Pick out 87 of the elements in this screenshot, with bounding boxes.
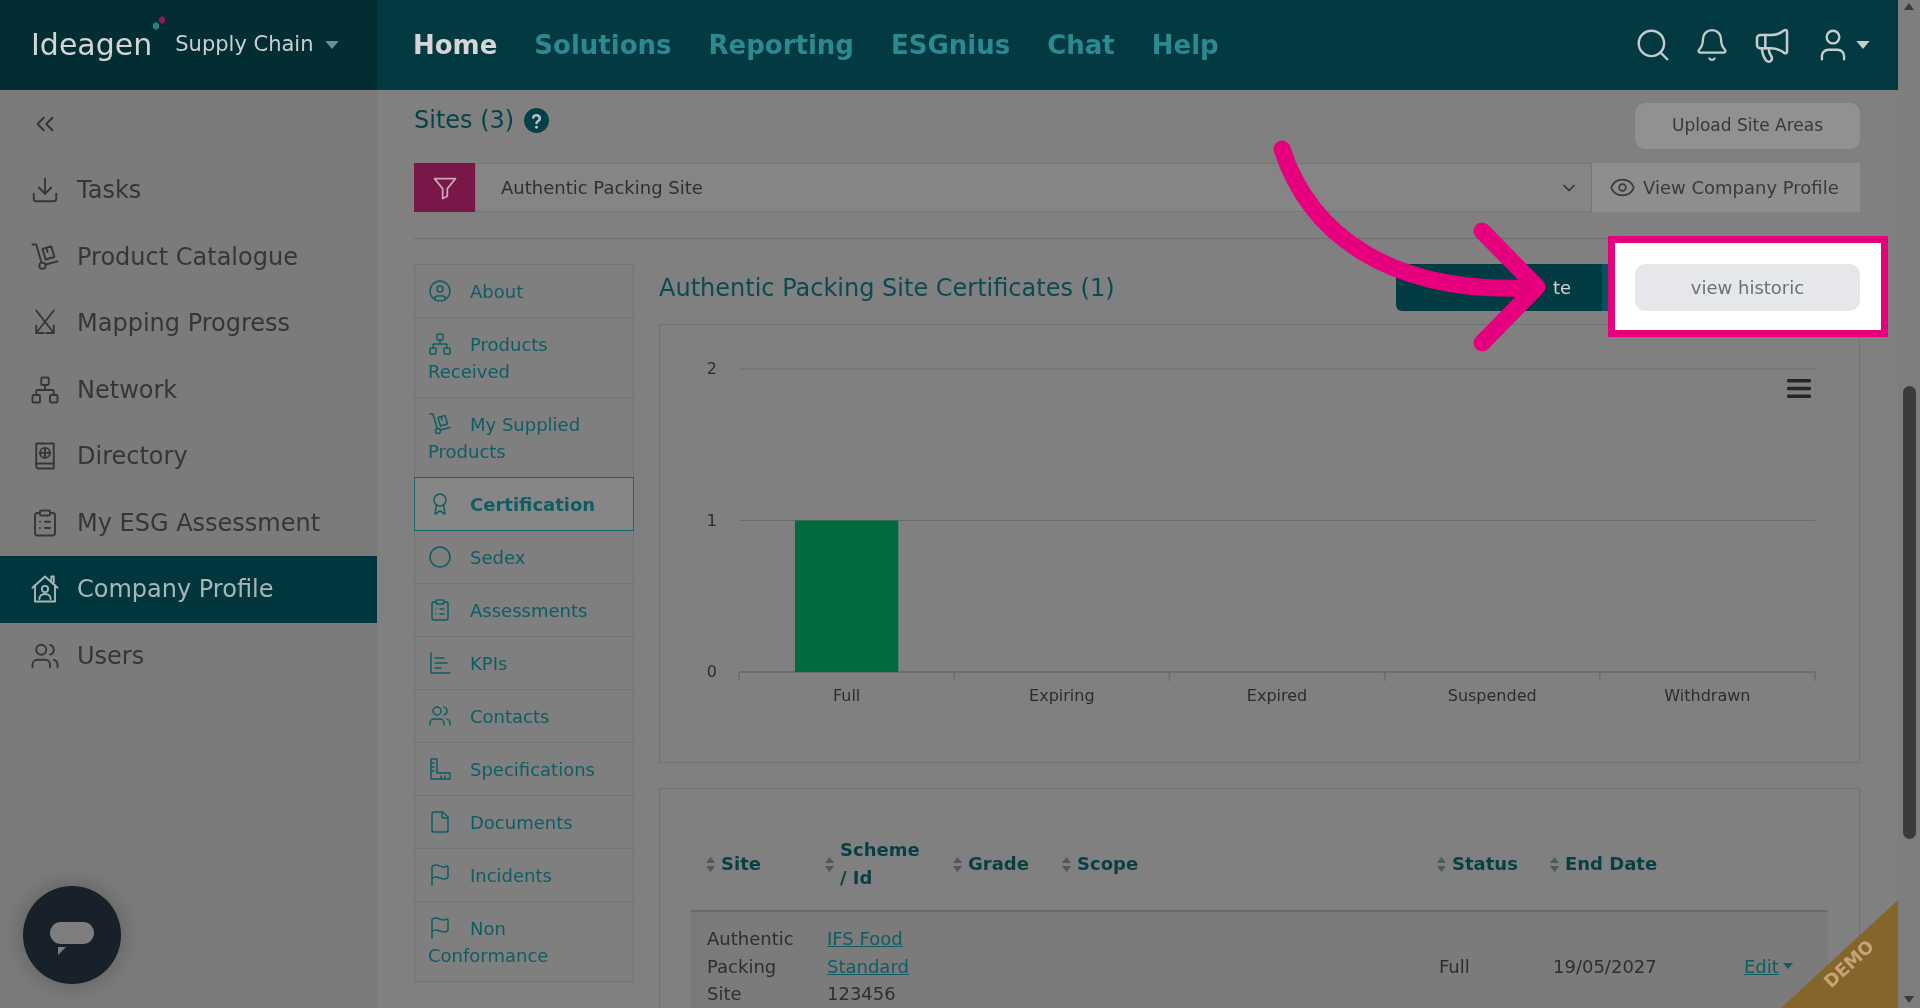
y-axis-label: 1 bbox=[706, 510, 717, 530]
y-axis-label: 0 bbox=[706, 662, 717, 681]
site-menu-item[interactable]: About bbox=[414, 264, 634, 318]
bar-chart-icon bbox=[428, 650, 452, 675]
category-label: Withdrawn bbox=[1664, 686, 1751, 705]
logo-mark-icon bbox=[153, 16, 166, 30]
nav-link[interactable]: Help bbox=[1151, 25, 1219, 65]
nav-link[interactable]: Chat bbox=[1047, 25, 1115, 65]
product-switcher[interactable]: Supply Chain bbox=[175, 29, 340, 61]
flag-icon bbox=[428, 862, 452, 887]
site-menu-item[interactable]: KPIs bbox=[414, 636, 634, 690]
sidebar-item[interactable]: Product Catalogue bbox=[0, 223, 377, 290]
table-cell: Authentic Packing Site bbox=[707, 928, 794, 1004]
site-menu-item[interactable]: Sedex bbox=[414, 530, 634, 584]
edit-link[interactable]: Edit bbox=[1744, 952, 1779, 980]
view-company-profile-button[interactable]: View Company Profile bbox=[1592, 163, 1860, 212]
house-person-icon bbox=[30, 574, 60, 605]
bell-icon[interactable] bbox=[1694, 27, 1730, 63]
caret-icon bbox=[1782, 963, 1793, 970]
category-label: Expired bbox=[1246, 686, 1308, 705]
site-menu-item[interactable]: Non Conformance bbox=[414, 901, 634, 982]
scroll-up-icon[interactable] bbox=[1904, 3, 1914, 10]
menu-icon[interactable] bbox=[1787, 379, 1811, 398]
help-icon[interactable] bbox=[524, 107, 550, 133]
section-title: Authentic Packing Site Certificates (1) bbox=[659, 272, 1116, 304]
sort-icon[interactable] bbox=[1437, 856, 1446, 872]
primary-button[interactable]: te bbox=[1550, 264, 1608, 311]
column-header[interactable]: Scope bbox=[1047, 850, 1422, 878]
nav-link[interactable]: Home bbox=[413, 25, 498, 65]
caret-icon bbox=[1856, 41, 1870, 49]
column-header[interactable]: Scheme / Id bbox=[810, 836, 938, 892]
category-label: Expiring bbox=[1029, 686, 1095, 705]
category-label: Suspended bbox=[1447, 686, 1537, 705]
caret-icon bbox=[325, 41, 340, 49]
y-axis-label: 2 bbox=[706, 359, 717, 378]
sidebar-item[interactable]: My ESG Assessment bbox=[0, 489, 377, 556]
table-cell: 123456 bbox=[827, 983, 896, 1004]
site-menu-item[interactable]: Documents bbox=[414, 795, 634, 849]
upload-site-areas-button[interactable]: Upload Site Areas bbox=[1635, 103, 1860, 149]
scroll-thumb[interactable] bbox=[1902, 386, 1916, 839]
sidebar-item[interactable]: Company Profile bbox=[0, 556, 377, 623]
sort-icon[interactable] bbox=[706, 856, 715, 872]
column-header[interactable]: End Date bbox=[1535, 850, 1729, 878]
sidebar-item[interactable]: Mapping Progress bbox=[0, 290, 377, 357]
column-header[interactable]: Grade bbox=[938, 850, 1047, 878]
hand-truck-icon bbox=[30, 241, 60, 272]
sidebar-item[interactable]: Directory bbox=[0, 423, 377, 490]
flag-icon bbox=[428, 915, 452, 940]
table-cell: 19/05/2027 bbox=[1553, 955, 1657, 977]
site-menu-item[interactable]: Contacts bbox=[414, 689, 634, 743]
sort-icon[interactable] bbox=[825, 856, 834, 872]
category-label: Full bbox=[832, 686, 861, 705]
sidebar-item[interactable]: Network bbox=[0, 356, 377, 423]
logo-wordmark: Ideagen bbox=[31, 30, 153, 60]
sort-icon[interactable] bbox=[953, 856, 962, 872]
nav-link[interactable]: Reporting bbox=[708, 25, 854, 65]
scheme-link[interactable]: IFS Food Standard bbox=[827, 925, 911, 980]
hand-truck-icon bbox=[428, 411, 452, 436]
sort-icon[interactable] bbox=[1550, 856, 1559, 872]
view-historic-button[interactable]: view historic bbox=[1635, 264, 1860, 311]
hierarchy-icon bbox=[30, 374, 60, 405]
site-menu-item[interactable]: Assessments bbox=[414, 583, 634, 637]
site-select[interactable]: Authentic Packing Site bbox=[475, 163, 1592, 212]
site-menu-item[interactable]: My Supplied Products bbox=[414, 397, 634, 478]
filter-button[interactable] bbox=[414, 163, 475, 212]
site-menu-item[interactable]: Certification bbox=[414, 477, 634, 531]
nav-link[interactable]: ESGnius bbox=[891, 25, 1011, 65]
hierarchy-icon bbox=[428, 331, 452, 356]
sort-icon[interactable] bbox=[1062, 856, 1071, 872]
site-menu-item[interactable]: Products Received bbox=[414, 317, 634, 398]
scroll-down-icon[interactable] bbox=[1904, 996, 1914, 1003]
site-menu-item[interactable]: Specifications bbox=[414, 742, 634, 796]
page-title: Sites (3) bbox=[414, 105, 515, 135]
sidebar-item[interactable]: Tasks bbox=[0, 157, 377, 224]
sidebar-item[interactable]: Users bbox=[0, 622, 377, 689]
ruler-icon bbox=[428, 756, 452, 781]
document-icon bbox=[428, 809, 452, 834]
nav-link[interactable]: Solutions bbox=[534, 25, 672, 65]
users-icon bbox=[428, 703, 452, 728]
person-circle-icon bbox=[428, 278, 452, 303]
clipboard-icon bbox=[428, 597, 452, 622]
circle-icon bbox=[428, 544, 452, 569]
table-cell: Full bbox=[1439, 955, 1470, 977]
speech-bubble-icon bbox=[48, 920, 96, 956]
site-menu-item[interactable]: Incidents bbox=[414, 848, 634, 902]
column-header[interactable]: Status bbox=[1422, 850, 1535, 878]
column-header[interactable]: Site bbox=[691, 850, 810, 878]
